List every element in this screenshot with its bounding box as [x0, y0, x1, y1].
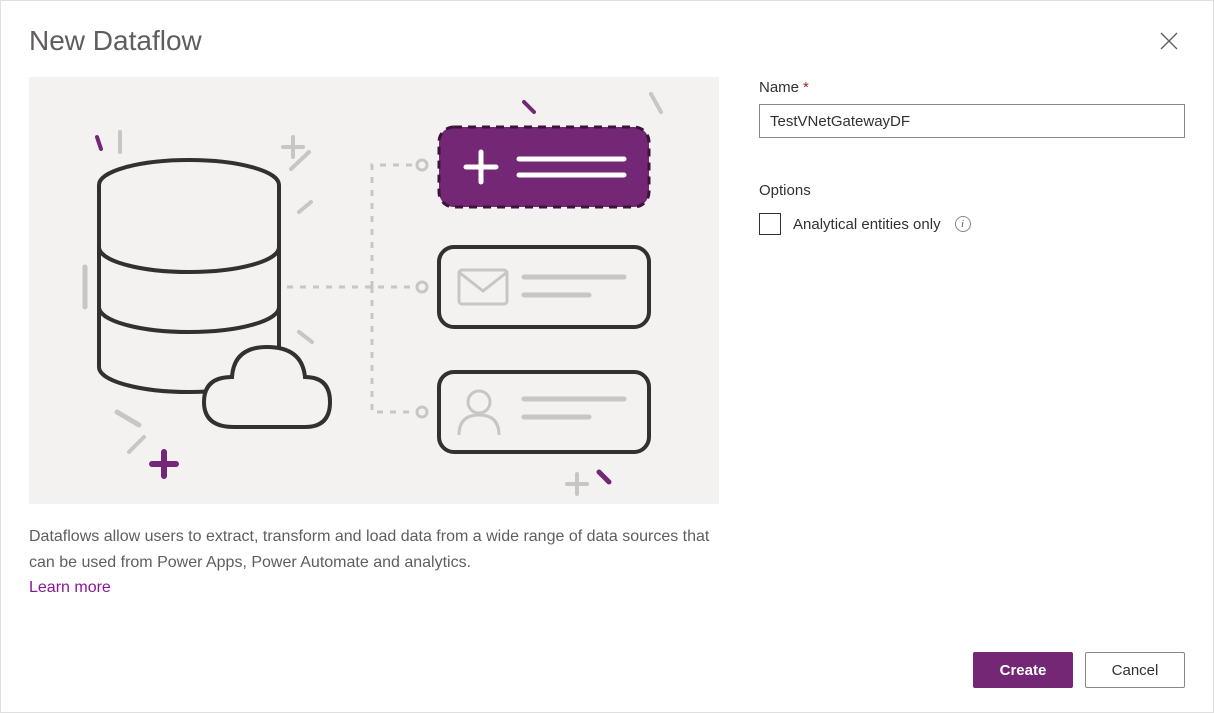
- dialog-header: New Dataflow: [29, 25, 1185, 57]
- info-icon[interactable]: i: [955, 216, 971, 232]
- left-column: Dataflows allow users to extract, transf…: [29, 77, 719, 632]
- add-item-card: [439, 127, 649, 207]
- description-text: Dataflows allow users to extract, transf…: [29, 524, 719, 575]
- analytical-checkbox-label: Analytical entities only: [793, 216, 941, 233]
- close-button[interactable]: [1153, 25, 1185, 57]
- name-input[interactable]: [759, 104, 1185, 138]
- name-label-text: Name: [759, 79, 799, 96]
- cancel-button[interactable]: Cancel: [1085, 652, 1185, 688]
- analytical-checkbox-row: Analytical entities only i: [759, 213, 1185, 235]
- learn-more-link[interactable]: Learn more: [29, 579, 111, 597]
- dialog-title: New Dataflow: [29, 25, 202, 57]
- new-dataflow-dialog: New Dataflow: [0, 0, 1214, 713]
- dialog-content: Dataflows allow users to extract, transf…: [29, 77, 1185, 632]
- right-column: Name* Options Analytical entities only i: [759, 77, 1185, 632]
- options-label: Options: [759, 182, 1185, 199]
- user-card: [439, 372, 649, 452]
- mail-card: [439, 247, 649, 327]
- close-icon: [1160, 32, 1178, 50]
- name-label: Name*: [759, 79, 1185, 96]
- create-button[interactable]: Create: [973, 652, 1073, 688]
- analytical-checkbox[interactable]: [759, 213, 781, 235]
- required-indicator: *: [803, 79, 809, 96]
- dataflow-illustration: [29, 77, 719, 504]
- dialog-footer: Create Cancel: [29, 632, 1185, 688]
